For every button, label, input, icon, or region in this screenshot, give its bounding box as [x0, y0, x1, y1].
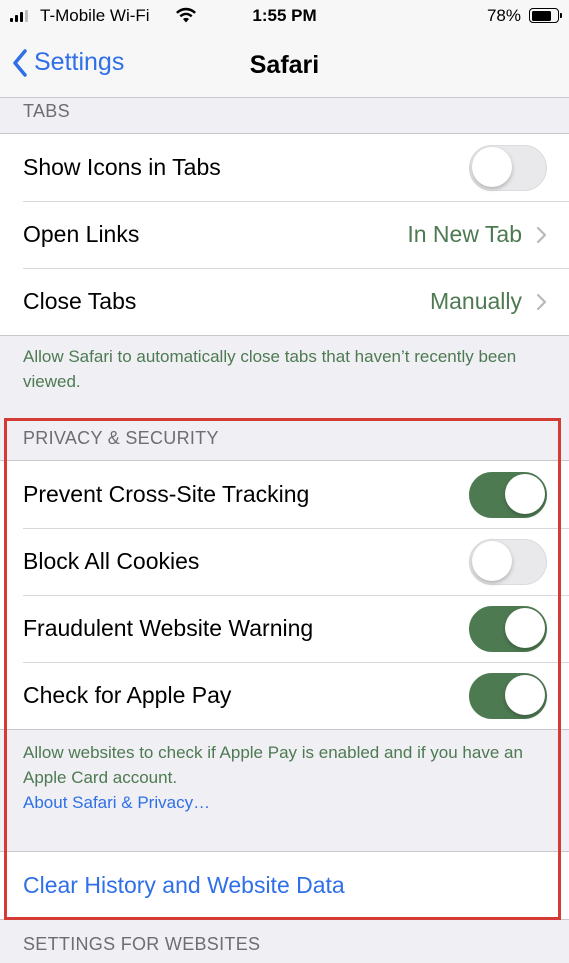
tabs-group: Show Icons in Tabs Open Links In New Tab…: [0, 133, 569, 336]
clear-history-button[interactable]: Clear History and Website Data: [0, 852, 569, 919]
tabs-footer-text: Allow Safari to automatically close tabs…: [23, 347, 517, 391]
show-icons-in-tabs-row[interactable]: Show Icons in Tabs: [0, 134, 569, 201]
chevron-right-icon: [536, 226, 547, 243]
section-header-websites: SETTINGS FOR WEBSITES: [23, 934, 261, 954]
prevent-cross-site-tracking-row[interactable]: Prevent Cross-Site Tracking: [0, 461, 569, 528]
close-tabs-row[interactable]: Close Tabs Manually: [0, 268, 569, 335]
row-label: Open Links: [23, 221, 140, 247]
battery-percent: 78%: [486, 6, 521, 25]
clear-history-group: Clear History and Website Data: [0, 851, 569, 920]
row-label: Close Tabs: [23, 288, 137, 314]
block-all-cookies-toggle[interactable]: [469, 538, 547, 585]
status-bar: T-Mobile Wi-Fi 1:55 PM 78%: [0, 0, 569, 34]
clock: 1:55 PM: [252, 6, 317, 25]
page-title: Safari: [249, 51, 320, 79]
row-label: Prevent Cross-Site Tracking: [23, 481, 310, 507]
row-label: Block All Cookies: [23, 548, 200, 574]
check-for-apple-pay-row[interactable]: Check for Apple Pay: [0, 662, 569, 729]
privacy-footer-text: Allow websites to check if Apple Pay is …: [23, 743, 523, 787]
fraudulent-website-warning-row[interactable]: Fraudulent Website Warning: [0, 595, 569, 662]
check-for-apple-pay-toggle[interactable]: [469, 672, 547, 719]
clear-history-label: Clear History and Website Data: [23, 872, 345, 898]
open-links-row[interactable]: Open Links In New Tab: [0, 201, 569, 268]
battery-icon: [529, 8, 562, 23]
row-label: Check for Apple Pay: [23, 682, 232, 708]
row-label: Fraudulent Website Warning: [23, 615, 314, 641]
fraudulent-website-warning-toggle[interactable]: [469, 605, 547, 652]
section-header-tabs: TABS: [23, 101, 70, 121]
row-value: In New Tab: [407, 221, 522, 247]
show-icons-in-tabs-toggle[interactable]: [469, 144, 547, 191]
section-header-privacy: PRIVACY & SECURITY: [23, 428, 219, 448]
navigation-bar: Settings Safari: [0, 34, 569, 98]
prevent-cross-site-tracking-toggle[interactable]: [469, 471, 547, 518]
privacy-footer: Allow websites to check if Apple Pay is …: [23, 740, 533, 815]
block-all-cookies-row[interactable]: Block All Cookies: [0, 528, 569, 595]
row-label: Show Icons in Tabs: [23, 154, 221, 180]
privacy-group: Prevent Cross-Site Tracking Block All Co…: [0, 460, 569, 730]
about-safari-privacy-link[interactable]: About Safari & Privacy…: [23, 790, 533, 815]
row-value: Manually: [429, 288, 522, 314]
chevron-right-icon: [536, 293, 547, 310]
